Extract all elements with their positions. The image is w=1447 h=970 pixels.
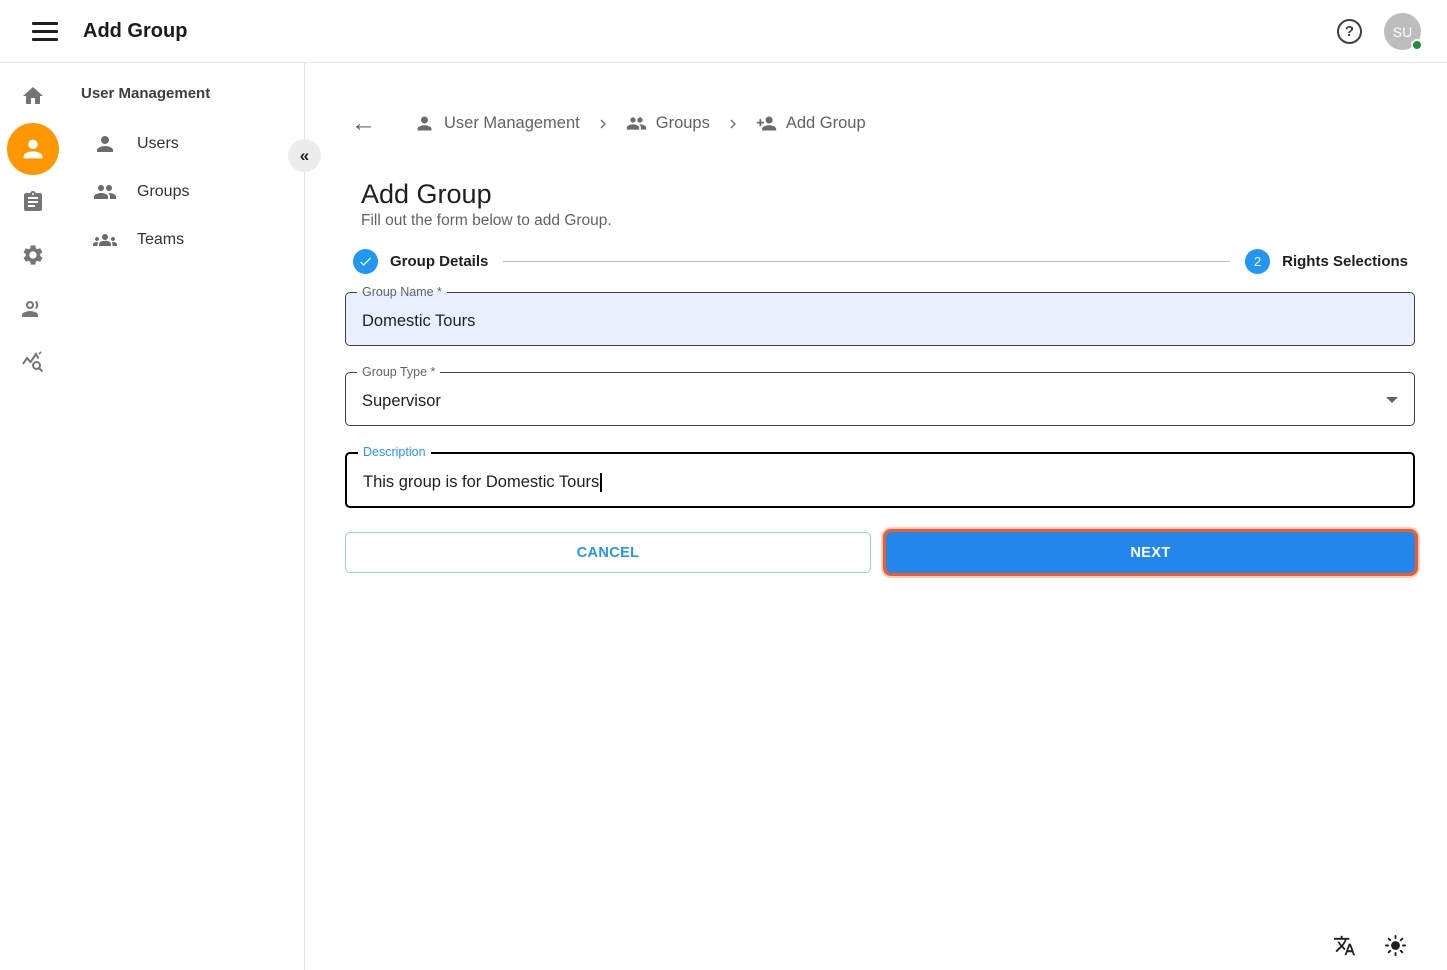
groups-icon (93, 228, 117, 252)
settings-icon[interactable] (21, 243, 45, 267)
home-icon[interactable] (21, 84, 45, 108)
online-status-dot (1411, 39, 1423, 51)
group-name-value: Domestic Tours (362, 293, 475, 345)
breadcrumb-add-group[interactable]: Add Group (756, 113, 866, 134)
record-voice-over-icon[interactable] (21, 296, 45, 320)
add-group-form: Group Name * Domestic Tours Group Type *… (345, 292, 1415, 573)
page-title: Add Group (83, 20, 187, 43)
menu-icon[interactable] (32, 18, 58, 44)
step2-circle[interactable]: 2 (1245, 249, 1270, 274)
stepper-connector (503, 261, 1230, 262)
query-stats-icon[interactable] (21, 350, 45, 374)
chevron-right-icon (724, 115, 742, 133)
people-icon (93, 180, 117, 204)
sidebar: User Management Users Groups Teams (0, 63, 305, 970)
people-icon (626, 113, 647, 134)
breadcrumb-user-management[interactable]: User Management (414, 113, 580, 134)
sidebar-item-users[interactable]: Users (66, 122, 304, 166)
sidebar-item-label: Groups (137, 183, 189, 201)
person-icon (414, 113, 435, 134)
chevron-right-icon (594, 115, 612, 133)
sidebar-item-label: Users (137, 135, 179, 153)
sidebar-section-label: User Management (81, 85, 210, 102)
group-name-field[interactable]: Group Name * Domestic Tours (345, 292, 1415, 346)
person-icon (93, 132, 117, 156)
dropdown-arrow-icon (1386, 397, 1398, 403)
next-button[interactable]: NEXT (886, 532, 1415, 573)
user-management-active-icon[interactable] (7, 123, 59, 175)
sidebar-item-label: Teams (137, 231, 184, 249)
cancel-button[interactable]: CANCEL (345, 532, 871, 573)
brightness-icon[interactable] (1384, 934, 1407, 957)
stepper: Group Details 2 Rights Selections (353, 248, 1408, 274)
form-subheading: Fill out the form below to add Group. (361, 212, 612, 230)
assignment-icon[interactable] (21, 190, 45, 214)
main-content: ← User Management Groups Add Group Add G… (306, 63, 1447, 970)
top-app-bar: Add Group ? SU (0, 0, 1447, 63)
user-avatar[interactable]: SU (1384, 13, 1421, 50)
step1-check-icon[interactable] (353, 249, 378, 274)
description-value: This group is for Domestic Tours (363, 454, 602, 506)
breadcrumb-groups[interactable]: Groups (626, 113, 710, 134)
sidebar-collapse-button[interactable]: « (288, 139, 321, 172)
group-type-select[interactable]: Group Type * Supervisor (345, 372, 1415, 426)
icon-rail (0, 63, 66, 970)
help-icon[interactable]: ? (1337, 19, 1362, 44)
step1-label: Group Details (390, 253, 488, 270)
sidebar-item-groups[interactable]: Groups (66, 170, 304, 214)
step2-label: Rights Selections (1282, 253, 1408, 270)
person-add-icon (756, 113, 777, 134)
sidebar-item-teams[interactable]: Teams (66, 218, 304, 262)
group-type-value: Supervisor (362, 373, 441, 425)
description-field[interactable]: Description This group is for Domestic T… (345, 452, 1415, 508)
back-arrow-icon[interactable]: ← (351, 111, 376, 136)
text-cursor (600, 473, 602, 492)
form-heading: Add Group (361, 179, 492, 210)
breadcrumb: ← User Management Groups Add Group (351, 111, 866, 136)
translate-icon[interactable] (1333, 934, 1356, 957)
